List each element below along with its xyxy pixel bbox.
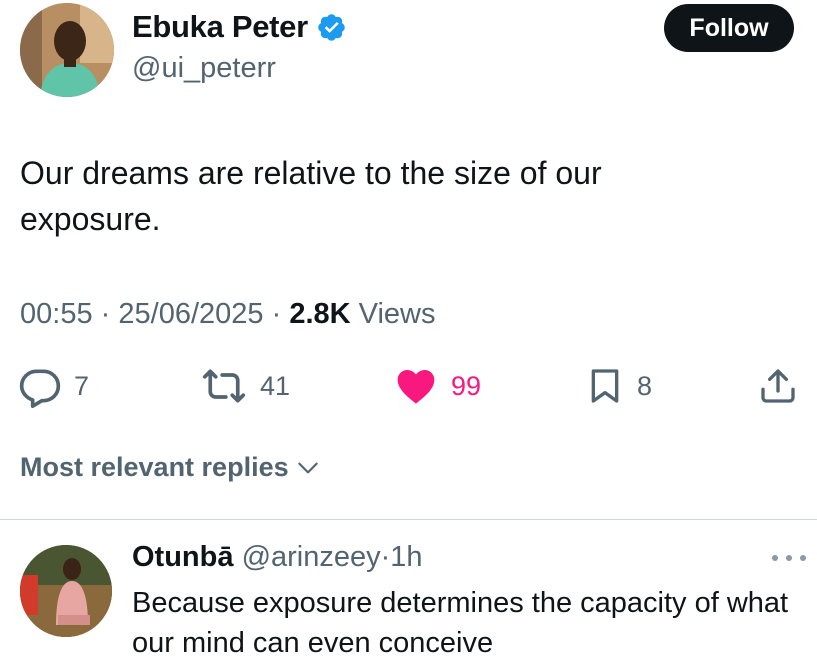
post-date[interactable]: 25/06/2025 xyxy=(118,298,263,330)
reply-avatar[interactable] xyxy=(20,545,112,637)
reply-header: Otunbā @arinzeey·1h xyxy=(132,541,423,574)
reply-separator: · xyxy=(380,541,391,573)
like-count: 99 xyxy=(451,370,482,401)
bookmark-count: 8 xyxy=(637,370,653,401)
post-time[interactable]: 00:55 xyxy=(20,298,93,330)
reply-icon xyxy=(19,369,61,408)
post-detail-view: Ebuka Peter @ui_peterr Follow Our dreams… xyxy=(0,0,817,664)
reply-avatar-image xyxy=(20,545,112,637)
verified-badge-icon xyxy=(316,12,347,43)
reply-button[interactable]: 7 xyxy=(18,364,89,408)
post-text: Our dreams are relative to the size of o… xyxy=(20,155,602,237)
replies-sort-dropdown[interactable]: Most relevant replies xyxy=(20,452,321,483)
post-metadata: 00:55 · 25/06/2025 · 2.8K Views xyxy=(20,298,436,331)
author-name[interactable]: Ebuka Peter xyxy=(132,9,347,45)
share-icon xyxy=(761,369,795,403)
meta-separator: · xyxy=(100,298,111,330)
views-count[interactable]: 2.8K xyxy=(289,298,350,330)
divider xyxy=(0,519,817,520)
retweet-count: 41 xyxy=(260,370,291,401)
more-options-icon[interactable] xyxy=(772,548,806,568)
author-name-text[interactable]: Ebuka Peter xyxy=(132,9,308,45)
reply-time[interactable]: 1h xyxy=(390,541,422,573)
views-label[interactable]: Views xyxy=(359,298,436,330)
retweet-button[interactable]: 41 xyxy=(200,364,290,408)
reply-count: 7 xyxy=(74,370,90,401)
reply-author-name[interactable]: Otunbā xyxy=(132,541,234,573)
chevron-down-icon xyxy=(297,462,318,473)
bookmark-icon xyxy=(591,369,619,403)
reply-text: Because exposure determines the capacity… xyxy=(132,587,789,659)
share-button[interactable] xyxy=(758,364,798,408)
retweet-icon xyxy=(202,369,246,403)
meta-separator: · xyxy=(271,298,282,330)
like-button[interactable]: 99 xyxy=(393,364,481,408)
heart-icon xyxy=(397,370,435,404)
replies-sort-label: Most relevant replies xyxy=(20,452,289,482)
follow-button[interactable]: Follow xyxy=(664,4,794,52)
author-handle[interactable]: @ui_peterr xyxy=(132,52,276,85)
author-avatar-image xyxy=(20,3,114,97)
author-avatar[interactable] xyxy=(20,3,114,97)
bookmark-button[interactable]: 8 xyxy=(585,364,652,408)
reply-author-handle[interactable]: @arinzeey xyxy=(242,541,381,573)
